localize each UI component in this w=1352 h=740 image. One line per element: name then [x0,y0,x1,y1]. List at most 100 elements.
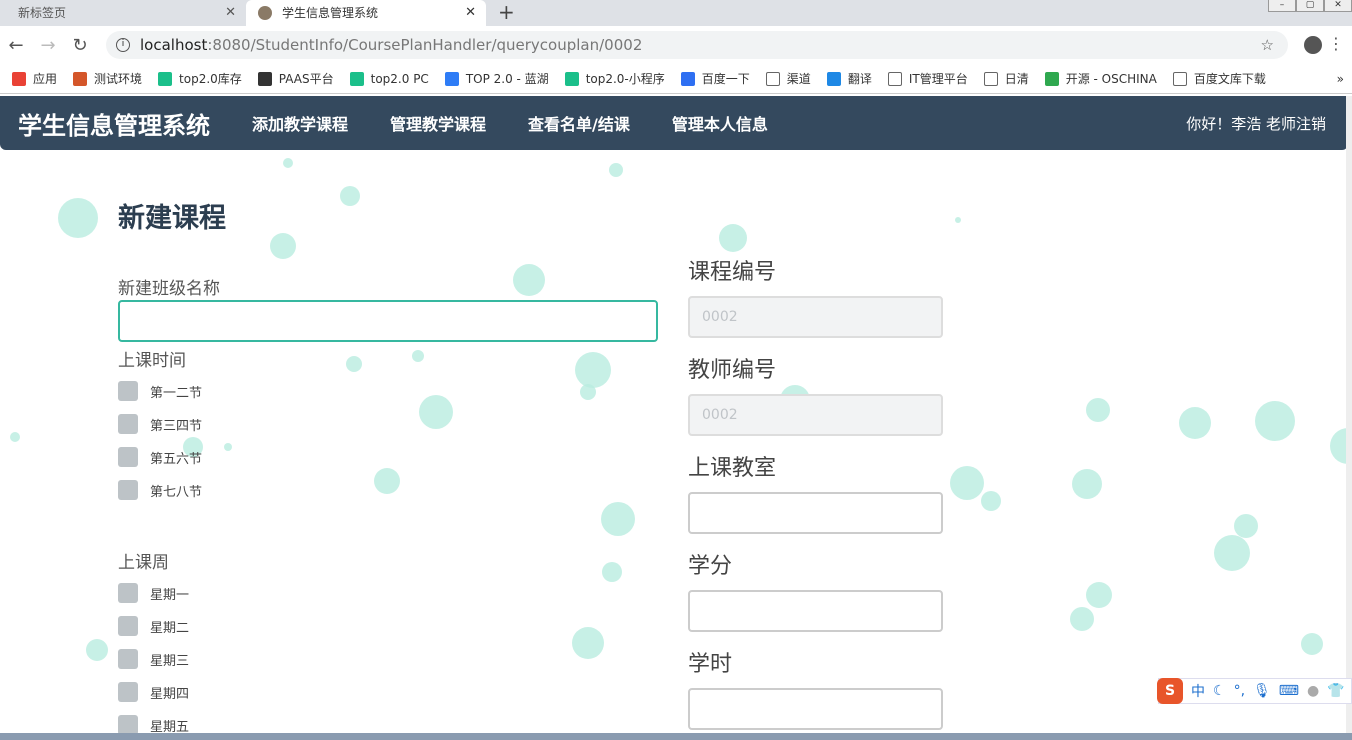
close-window-icon[interactable]: ✕ [1324,0,1352,12]
taskbar [0,733,1352,740]
tab-new[interactable]: 新标签页 ✕ [0,0,246,26]
nav-add-course[interactable]: 添加教学课程 [252,111,348,135]
checkbox-box[interactable] [118,616,138,636]
decorative-bubble [1072,469,1102,499]
bookmark-icon [349,71,364,86]
checkbox-box[interactable] [118,447,138,467]
checkbox-times[interactable]: 第三四节 [118,414,202,434]
shirt-icon[interactable]: 👕 [1327,683,1344,699]
checkbox-box[interactable] [118,480,138,500]
nav-profile[interactable]: 管理本人信息 [672,111,768,135]
decorative-bubble [283,158,293,168]
decorative-bubble [572,627,604,659]
hours-label: 学时 [688,652,733,677]
bookmark-item[interactable]: 日清 [983,70,1029,87]
profile-icon[interactable] [1304,36,1322,54]
bookmark-item[interactable]: top2.0库存 [158,70,242,87]
bookmark-item[interactable]: top2.0 PC [349,71,429,86]
checkbox-times[interactable]: 第一二节 [118,381,202,401]
more-bookmarks-icon[interactable]: » [1337,72,1344,86]
scrollbar[interactable] [1346,96,1352,740]
checkbox-weeks[interactable]: 星期一 [118,583,189,603]
decorative-bubble [575,352,611,388]
hours-input[interactable] [688,688,943,730]
brand[interactable]: 学生信息管理系统 [18,106,210,141]
forward-icon[interactable]: → [32,35,64,56]
checkbox-box[interactable] [118,649,138,669]
minimize-icon[interactable]: – [1268,0,1296,12]
checkbox-box[interactable] [118,682,138,702]
url-input[interactable]: i localhost:8080/StudentInfo/CoursePlanHa… [106,31,1288,59]
bookmark-item[interactable]: 渠道 [765,70,811,87]
decorative-bubble [340,186,360,206]
user-icon[interactable]: ● [1307,683,1319,699]
course-id-input[interactable]: 0002 [688,296,943,338]
bookmark-icon [444,71,459,86]
nav-manage-course[interactable]: 管理教学课程 [390,111,486,135]
decorative-bubble [374,468,400,494]
back-icon[interactable]: ← [0,35,32,56]
checkbox-box[interactable] [118,583,138,603]
checkbox-box[interactable] [118,715,138,735]
close-icon[interactable]: ✕ [225,0,236,26]
user-logout[interactable]: 你好！李浩 老师注销 [1186,113,1326,134]
bookmark-icon [887,71,902,86]
bookmark-item[interactable]: 开源 - OSCHINA [1044,70,1157,87]
bookmark-item[interactable]: IT管理平台 [887,70,968,87]
bookmark-item[interactable]: 百度一下 [680,70,750,87]
favicon-icon [258,6,272,20]
bookmarks-bar: 应用 测试环境 top2.0库存 PAAS平台 top2.0 PC TOP 2.0 - 蓝… [0,64,1352,94]
bookmark-item[interactable]: TOP 2.0 - 蓝湖 [444,70,549,87]
course-id-label: 课程编号 [688,260,777,285]
decorative-bubble [602,562,622,582]
checkbox-times[interactable]: 第五六节 [118,447,202,467]
close-icon[interactable]: ✕ [465,0,476,26]
sogou-logo-icon[interactable]: S [1157,678,1183,704]
room-input[interactable] [688,492,943,534]
class-name-input[interactable] [118,300,658,342]
checkbox-weeks[interactable]: 星期二 [118,616,189,636]
checkbox-box[interactable] [118,381,138,401]
bookmark-item[interactable]: top2.0-小程序 [564,70,665,87]
decorative-bubble [1086,582,1112,608]
decorative-bubble [1086,398,1110,422]
bookmark-icon [73,71,88,86]
decorative-bubble [270,233,296,259]
bookmark-item[interactable]: 应用 [12,70,57,87]
restore-icon[interactable]: ▢ [1296,0,1324,12]
checkbox-box[interactable] [118,414,138,434]
info-icon[interactable]: i [116,38,130,52]
decorative-bubble [955,217,961,223]
bookmark-item[interactable]: 百度文库下载 [1172,70,1266,87]
punctuation-icon[interactable]: °, [1234,683,1245,699]
ime-mode[interactable]: 中 [1191,681,1205,701]
checkbox-times[interactable]: 第七八节 [118,480,202,500]
decorative-bubble [1179,407,1211,439]
bookmark-item[interactable]: PAAS平台 [257,70,334,87]
new-tab-plus-icon[interactable]: + [498,0,515,24]
decorative-bubble [601,502,635,536]
bookmark-item[interactable]: 翻译 [826,70,872,87]
decorative-bubble [86,639,108,661]
keyboard-icon[interactable]: ⌨ [1279,683,1299,699]
credit-input[interactable] [688,590,943,632]
checkbox-weeks[interactable]: 星期五 [118,715,189,735]
decorative-bubble [58,198,98,238]
decorative-bubble [224,443,232,451]
address-bar-row: ← → ↻ i localhost:8080/StudentInfo/Course… [0,26,1352,64]
credit-label: 学分 [688,554,733,579]
bookmark-icon [983,71,998,86]
bookmark-icon [12,71,26,86]
bookmark-item[interactable]: 测试环境 [73,70,142,87]
checkbox-weeks[interactable]: 星期四 [118,682,189,702]
microphone-icon[interactable]: 🎙 [1253,683,1271,699]
reload-icon[interactable]: ↻ [64,35,96,56]
decorative-bubble [1301,633,1323,655]
teacher-id-input[interactable]: 0002 [688,394,943,436]
moon-icon[interactable]: ☾ [1213,683,1226,699]
menu-icon[interactable]: ⋮ [1328,34,1344,53]
tab-active[interactable]: 学生信息管理系统 ✕ [246,0,486,26]
star-icon[interactable]: ☆ [1261,31,1274,59]
nav-roster[interactable]: 查看名单/结课 [528,111,630,135]
checkbox-weeks[interactable]: 星期三 [118,649,189,669]
